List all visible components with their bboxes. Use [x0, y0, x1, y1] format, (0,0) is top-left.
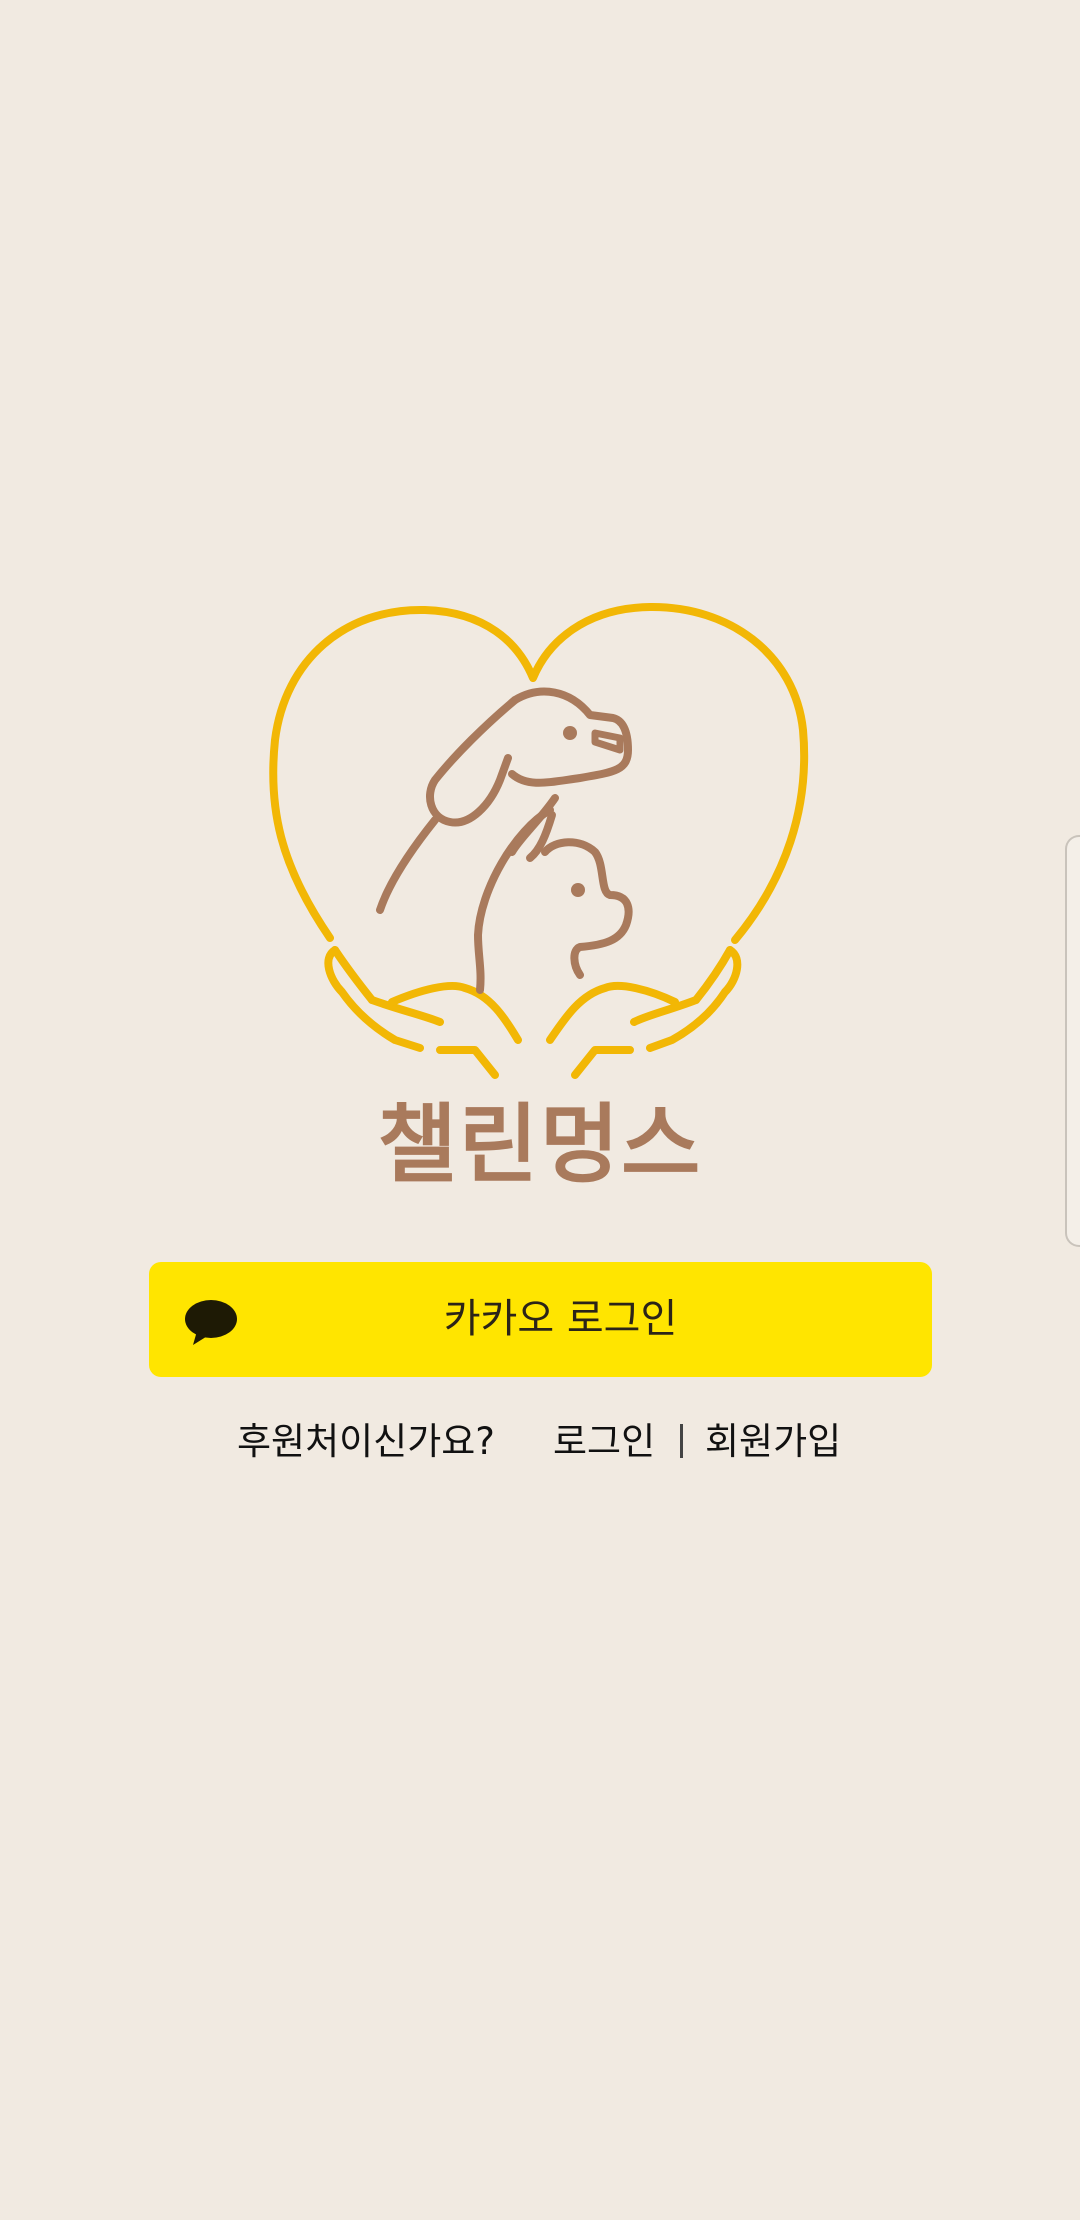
left-hand: [324, 946, 522, 1079]
login-link[interactable]: 로그인: [553, 1412, 655, 1472]
kakao-login-button[interactable]: 카카오 로그인: [149, 1262, 932, 1377]
edge-panel-handle[interactable]: [1065, 835, 1080, 1247]
big-dog: [376, 687, 632, 914]
sponsor-question-text: 후원처이신가요?: [237, 1420, 495, 1463]
heart-dogs-hands-logo: [269, 602, 809, 1079]
heart-outline: [269, 602, 809, 944]
auth-links: 후원처이신가요? 로그인 회원가입: [0, 1412, 1080, 1472]
link-divider: [680, 1424, 683, 1458]
small-dog: [474, 806, 633, 994]
small-dog-eye: [571, 883, 585, 897]
big-dog-eye: [563, 726, 577, 740]
big-dog-nose: [591, 729, 624, 754]
brand-name: 챌린멍스: [377, 1095, 703, 1195]
signup-link[interactable]: 회원가입: [705, 1412, 841, 1472]
kakao-login-label: 카카오 로그인: [443, 1296, 678, 1342]
